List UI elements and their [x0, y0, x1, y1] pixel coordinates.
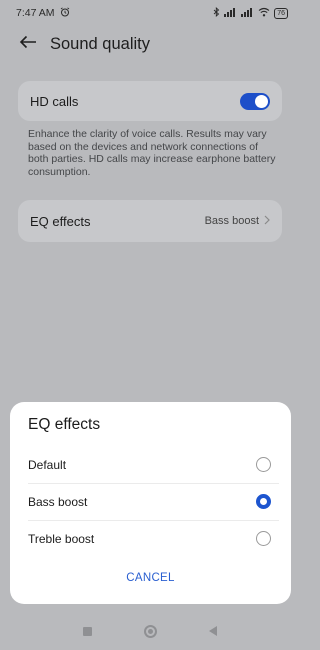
bluetooth-icon	[213, 6, 220, 20]
app-bar: Sound quality	[0, 26, 300, 62]
hd-calls-row[interactable]: HD calls	[18, 81, 282, 121]
home-icon[interactable]	[144, 624, 157, 638]
battery-indicator: 76	[274, 7, 288, 19]
option-label: Bass boost	[28, 494, 88, 509]
option-label: Default	[28, 457, 67, 472]
option-bass-boost[interactable]: Bass boost	[10, 483, 291, 520]
signal-icon	[224, 7, 237, 20]
eq-effects-dialog: EQ effects Default Bass boost Treble boo…	[10, 402, 291, 604]
recents-icon[interactable]	[83, 626, 92, 636]
system-nav-bar	[0, 616, 300, 646]
eq-effects-label: EQ effects	[30, 213, 91, 229]
radio-bass-boost[interactable]	[256, 494, 271, 509]
option-label: Treble boost	[28, 531, 95, 546]
page-title: Sound quality	[50, 34, 150, 53]
back-button[interactable]	[8, 26, 48, 62]
option-treble-boost[interactable]: Treble boost	[10, 520, 291, 557]
cancel-button[interactable]: CANCEL	[10, 565, 291, 591]
radio-treble-boost[interactable]	[256, 531, 271, 546]
hd-calls-description: Enhance the clarity of voice calls. Resu…	[28, 128, 276, 178]
alarm-icon	[60, 6, 70, 20]
arrow-left-icon	[19, 35, 37, 54]
hd-calls-label: HD calls	[30, 93, 79, 109]
radio-default[interactable]	[256, 457, 271, 472]
eq-effects-value: Bass boost	[204, 215, 259, 227]
status-time: 7:47 AM	[16, 7, 55, 19]
signal-icon-2	[241, 7, 254, 20]
back-triangle-icon[interactable]	[209, 626, 217, 636]
toggle-knob	[255, 94, 268, 108]
chevron-right-icon	[264, 215, 270, 228]
wifi-icon	[258, 7, 270, 20]
option-default[interactable]: Default	[10, 446, 291, 483]
dialog-title: EQ effects	[28, 416, 101, 433]
eq-effects-row[interactable]: EQ effects Bass boost	[18, 200, 282, 242]
status-bar: 7:47 AM 76	[0, 0, 300, 26]
hd-calls-toggle[interactable]	[240, 92, 270, 110]
